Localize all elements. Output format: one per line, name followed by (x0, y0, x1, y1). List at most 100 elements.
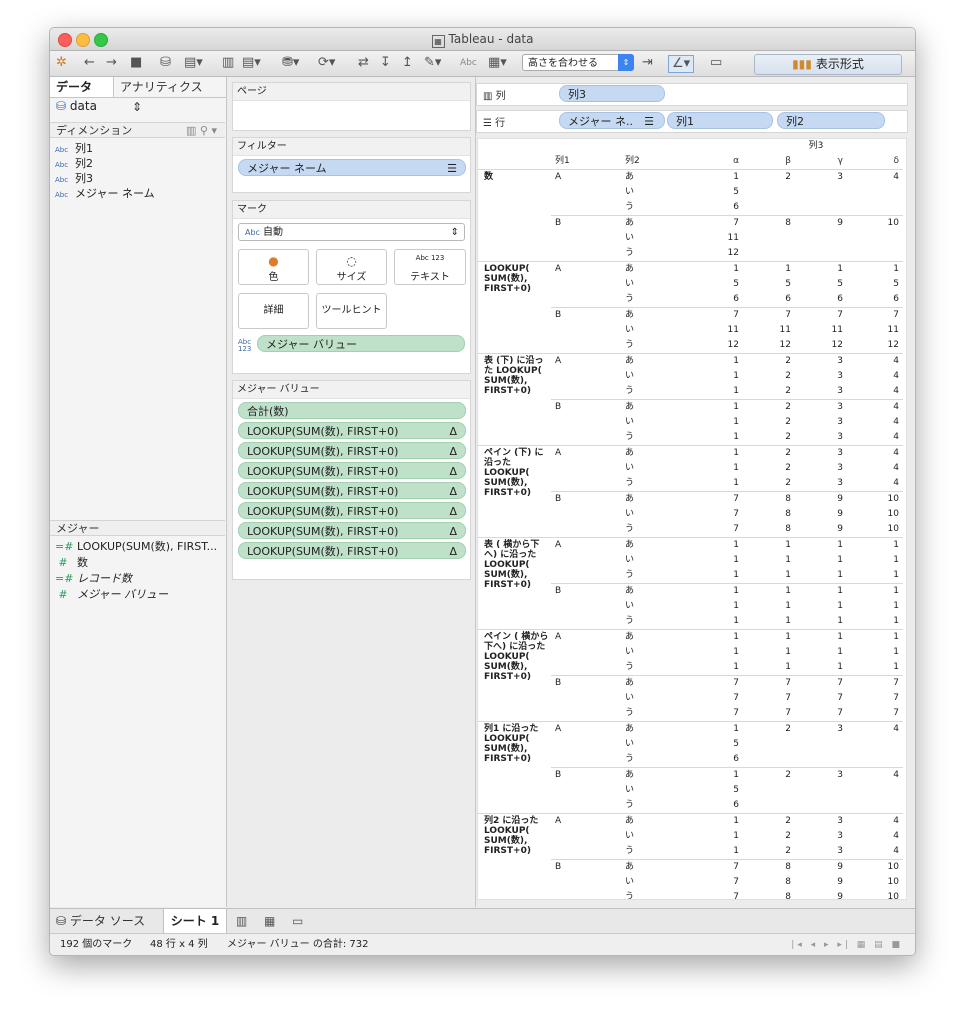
cell-value: 1 (893, 647, 899, 657)
cell-value: 3 (795, 721, 847, 737)
sort-desc-icon[interactable]: ↥ (402, 55, 413, 71)
new-story-icon[interactable]: ▭ (292, 909, 303, 933)
new-worksheet-icon[interactable]: ▤▾ (184, 55, 203, 71)
duplicate-sheet-icon[interactable]: ▥ (222, 55, 234, 71)
swap-icon[interactable]: ⇄ (358, 55, 369, 71)
presentation-icon[interactable]: ▭ (710, 55, 722, 71)
forward-icon[interactable]: → (106, 55, 117, 71)
rows-pill[interactable]: 列2 (777, 112, 885, 129)
search-icon[interactable]: ▥ ⚲ ▾ (186, 123, 217, 139)
datasource-item[interactable]: ⛁ data (56, 99, 97, 113)
dimension-field[interactable]: Abc メジャー ネーム (55, 186, 155, 201)
filters-card[interactable]: フィルター メジャー ネーム ☰ (232, 137, 471, 193)
dimension-field[interactable]: Abc 列2 (55, 156, 93, 171)
cell-value: 11 (727, 325, 739, 335)
new-dashboard-icon[interactable]: ▦ (264, 909, 275, 933)
cell-value: 12 (887, 340, 899, 350)
measure-field[interactable]: =# LOOKUP(SUM(数), FIRST... (55, 539, 217, 554)
measure-value-pill[interactable]: LOOKUP(SUM(数), FIRST+0) Δ (238, 442, 466, 459)
measure-value-pill[interactable]: LOOKUP(SUM(数), FIRST+0) Δ (238, 522, 466, 539)
cell-value (743, 737, 795, 752)
chevron-updown-icon: ⇕ (450, 227, 459, 238)
cell-value: 4 (893, 417, 899, 427)
tab-sheet1[interactable]: シート 1 (163, 909, 227, 933)
columns-pill[interactable]: 列3 (559, 85, 665, 102)
pages-card-title: ページ (233, 83, 470, 101)
cell-value (847, 246, 903, 262)
filter-pill[interactable]: メジャー ネーム ☰ (238, 159, 466, 176)
text-pill[interactable]: メジャー バリュー (257, 335, 465, 352)
col3-header: 列3 (808, 141, 824, 151)
cell-value: 10 (887, 524, 899, 534)
cell-value: 1 (743, 629, 795, 645)
col2-value: い (625, 371, 635, 381)
color-button[interactable]: ● 色 (238, 249, 309, 285)
showme-button[interactable]: ▮▮▮ 表示形式 (754, 54, 902, 75)
cell-value: 8 (743, 859, 795, 875)
tableau-logo-icon[interactable]: ✲ (56, 55, 67, 71)
refresh-icon[interactable]: ⟳▾ (318, 55, 335, 71)
cell-value (743, 246, 795, 262)
rows-shelf[interactable]: ☰ 行 メジャー ネ.. ☰ 列1 列2 (476, 110, 908, 133)
cell-value: 11 (727, 233, 739, 243)
tab-data[interactable]: データ (50, 77, 114, 97)
measure-value-pill[interactable]: LOOKUP(SUM(数), FIRST+0) Δ (238, 542, 466, 559)
cell-value: 7 (785, 693, 791, 703)
cell-value: 1 (785, 616, 791, 626)
col1-value (551, 599, 621, 614)
tooltip-button[interactable]: ツールヒント (316, 293, 387, 329)
save-icon[interactable]: ■ (130, 55, 142, 71)
columns-shelf[interactable]: ▥ 列 列3 (476, 83, 908, 106)
text-button[interactable]: Abc 123 テキスト (394, 249, 466, 285)
dimension-field[interactable]: Abc 列1 (55, 141, 93, 156)
tab-analytics[interactable]: アナリティクス ⇕ (120, 77, 220, 114)
rows-pill[interactable]: メジャー ネ.. ☰ (559, 112, 665, 129)
back-icon[interactable]: ← (84, 55, 95, 71)
cards-pane: ページ フィルター メジャー ネーム ☰ マーク Abc 自動 ⇕ ● 色 ◌ サイズ A… (227, 77, 476, 907)
cell-value: 10 (847, 215, 903, 231)
measure-value-pill[interactable]: LOOKUP(SUM(数), FIRST+0) Δ (238, 502, 466, 519)
chart-grid-icon[interactable]: ▦▾ (488, 55, 507, 71)
labels-icon[interactable]: Abc (460, 55, 477, 71)
rows-pill[interactable]: 列1 (667, 112, 773, 129)
cell-value (847, 185, 903, 200)
col1-value: B (551, 491, 621, 507)
greek-header: γ (837, 156, 843, 166)
new-worksheet-icon[interactable]: ▥ (236, 909, 247, 933)
measure-value-pill[interactable]: LOOKUP(SUM(数), FIRST+0) Δ (238, 482, 466, 499)
clear-sheet-icon[interactable]: ▤▾ (242, 55, 261, 71)
measure-value-pill[interactable]: LOOKUP(SUM(数), FIRST+0) Δ (238, 462, 466, 479)
measure-value-pill[interactable]: 合計(数) (238, 402, 466, 419)
cell-value: 10 (887, 509, 899, 519)
mark-type-select[interactable]: Abc 自動 ⇕ (238, 223, 465, 241)
highlight-icon[interactable]: ✎▾ (424, 55, 441, 71)
sheet-nav-controls[interactable]: |◂ ◂ ▸ ▸| ▦ ▤ ■ (791, 934, 903, 955)
dimension-field[interactable]: Abc 列3 (55, 171, 93, 186)
fit-select[interactable]: 高さを合わせる ⇕ (522, 54, 634, 71)
col1-value: A (551, 813, 621, 829)
cell-value (795, 185, 847, 200)
cell-value: 1 (893, 601, 899, 611)
size-button[interactable]: ◌ サイズ (316, 249, 387, 285)
filters-card-title: フィルター (233, 138, 470, 156)
pages-card[interactable]: ページ (232, 82, 471, 131)
filter-icon: ☰ (447, 162, 457, 175)
col2-value: う (625, 662, 635, 672)
fix-axes-icon[interactable]: ⇥ (642, 55, 653, 71)
measure-field[interactable]: =# レコード数 (55, 571, 132, 586)
cell-value: 10 (887, 892, 899, 900)
sort-asc-icon[interactable]: ↧ (380, 55, 391, 71)
tab-datasource[interactable]: ⛁ データ ソース (56, 909, 145, 933)
col1-value: B (551, 675, 621, 691)
detail-button[interactable]: 詳細 (238, 293, 309, 329)
cell-value: 1 (689, 261, 743, 277)
cell-value: 2 (785, 831, 791, 841)
cell-value: 1 (689, 537, 743, 553)
measure-field[interactable]: # メジャー バリュー (55, 587, 168, 602)
new-datasource-icon[interactable]: ⛁ (160, 55, 171, 71)
pause-updates-icon[interactable]: ⛃▾ (282, 55, 299, 71)
measure-value-pill[interactable]: LOOKUP(SUM(数), FIRST+0) Δ (238, 422, 466, 439)
measure-field[interactable]: # 数 (55, 555, 88, 570)
expand-icon[interactable]: ⇕ (132, 100, 142, 114)
show-hide-cards-icon[interactable]: ∠▾ (668, 55, 695, 73)
